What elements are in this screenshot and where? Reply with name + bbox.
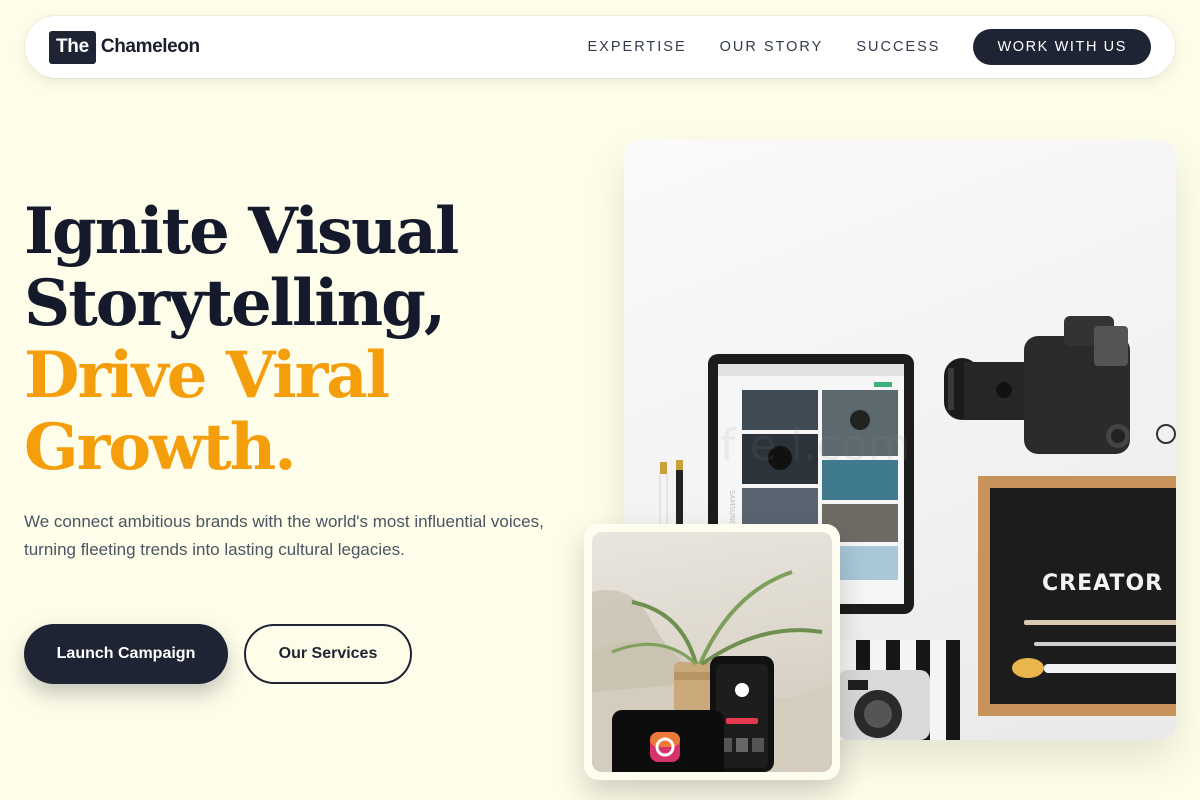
inset-illustration: [592, 570, 832, 772]
headline-line-4: Growth.: [24, 410, 297, 485]
tablet-brand: SAMSUNG: [728, 490, 736, 526]
striped-box: [838, 640, 960, 740]
hero-subtitle: We connect ambitious brands with the wor…: [24, 512, 544, 559]
letter-board-text: CREATOR: [1042, 571, 1163, 596]
logo-text: Chameleon: [100, 36, 200, 57]
hero-headline: Ignite Visual Storytelling, Drive Viral …: [24, 194, 459, 485]
launch-campaign-button[interactable]: Launch Campaign: [24, 624, 228, 684]
letter-board: CREATOR: [978, 476, 1176, 716]
nav-link-expertise[interactable]: EXPERTISE: [588, 39, 687, 55]
inset-photo: [592, 532, 832, 772]
top-nav: The Chameleon EXPERTISE OUR STORY SUCCES…: [25, 16, 1175, 78]
logo-box: The: [49, 30, 96, 64]
logo[interactable]: The Chameleon: [49, 30, 200, 64]
headline-line-1: Ignite Visual: [24, 194, 459, 269]
work-with-us-button[interactable]: WORK WITH US: [973, 29, 1151, 65]
headline-line-3: Drive Viral: [24, 338, 390, 413]
nav-link-success[interactable]: SUCCESS: [856, 39, 940, 55]
nav-link-our-story[interactable]: OUR STORY: [720, 39, 824, 55]
svg-text:f e l.com: f e l.com: [720, 420, 911, 471]
our-services-button[interactable]: Our Services: [244, 624, 412, 684]
headline-line-2: Storytelling,: [24, 266, 446, 341]
inset-image: [584, 524, 840, 780]
nav-links: EXPERTISE OUR STORY SUCCESS WORK WITH US: [555, 29, 1151, 65]
camera: [944, 316, 1176, 454]
